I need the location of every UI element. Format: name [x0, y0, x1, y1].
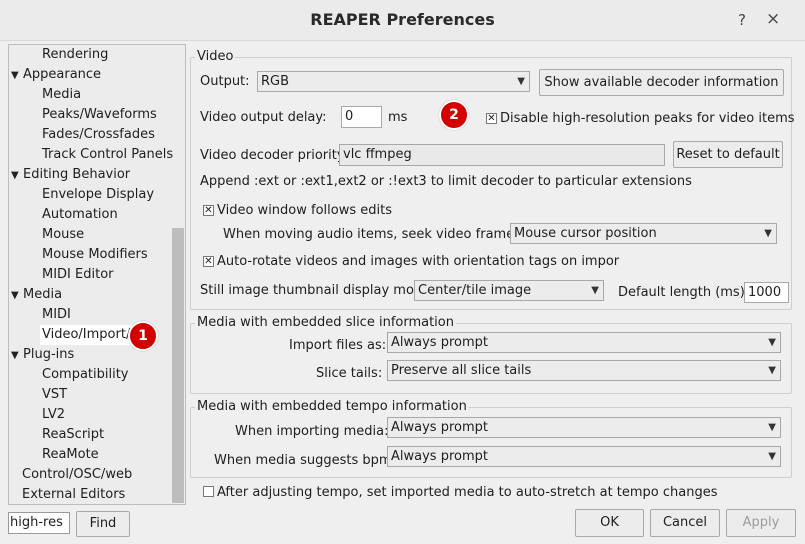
dropdown-arrow-icon: ▼	[768, 337, 776, 348]
append-hint: Append :ext or :ext1,ext2 or :!ext3 to l…	[200, 174, 692, 189]
seek-combo[interactable]: Mouse cursor position ▼	[510, 223, 777, 244]
tree-item-label: Media	[23, 287, 63, 302]
slice-group-title: Media with embedded slice information	[195, 315, 456, 330]
tree-item-plug-ins[interactable]: ▼ Plug-ins	[11, 345, 74, 365]
search-input[interactable]: high-res	[8, 512, 70, 534]
decoder-priority-input[interactable]: vlc ffmpeg	[339, 144, 665, 166]
seek-value: Mouse cursor position	[514, 226, 657, 241]
default-length-label: Default length (ms):	[618, 285, 750, 300]
output-value: RGB	[261, 74, 290, 89]
autorotate-checkbox[interactable]: ✕	[203, 256, 214, 267]
tree-item-mouse-modifiers[interactable]: Mouse Modifiers	[42, 245, 148, 265]
suggests-bpm-value: Always prompt	[391, 449, 488, 464]
thumbnail-combo[interactable]: Center/tile image ▼	[414, 280, 604, 301]
follows-edits-checkbox[interactable]: ✕	[203, 205, 214, 216]
tree-item-lv2[interactable]: LV2	[42, 405, 65, 425]
importing-media-label: When importing media:	[235, 424, 389, 439]
importing-media-combo[interactable]: Always prompt ▼	[387, 417, 781, 438]
import-files-value: Always prompt	[391, 335, 488, 350]
expand-caret-icon[interactable]: ▼	[11, 166, 23, 186]
tree-item-midi[interactable]: MIDI	[42, 305, 71, 325]
ok-button[interactable]: OK	[575, 509, 644, 537]
annotation-badge-2: 2	[439, 100, 469, 130]
tree-item-reascript[interactable]: ReaScript	[42, 425, 104, 445]
tree-item-video-import[interactable]: Video/Import/	[40, 325, 133, 345]
tempo-group-title: Media with embedded tempo information	[195, 399, 469, 414]
output-label: Output:	[200, 74, 250, 89]
thumbnail-value: Center/tile image	[418, 283, 532, 298]
suggests-bpm-label: When media suggests bpm:	[214, 453, 396, 468]
follows-edits-label: Video window follows edits	[217, 203, 392, 218]
seek-label: When moving audio items, seek video fram…	[223, 227, 536, 242]
import-files-combo[interactable]: Always prompt ▼	[387, 332, 781, 353]
dropdown-arrow-icon: ▼	[764, 228, 772, 239]
delay-input[interactable]: 0	[341, 106, 382, 128]
default-length-input[interactable]: 1000	[744, 282, 789, 303]
cancel-button[interactable]: Cancel	[650, 509, 720, 537]
tree-scrollbar[interactable]	[172, 228, 184, 503]
expand-caret-icon[interactable]: ▼	[11, 346, 23, 366]
tree-item-envelope-display[interactable]: Envelope Display	[42, 185, 154, 205]
find-button[interactable]: Find	[76, 511, 130, 537]
thumbnail-label: Still image thumbnail display moc	[200, 283, 422, 298]
preferences-tree[interactable]: Rendering ▼ Appearance Media Peaks/Wavefo…	[8, 44, 186, 505]
tree-item-reamote[interactable]: ReaMote	[42, 445, 99, 465]
tree-item-media[interactable]: ▼ Media	[11, 285, 62, 305]
tree-item-label: Plug-ins	[23, 347, 75, 362]
slice-tails-combo[interactable]: Preserve all slice tails ▼	[387, 360, 781, 381]
delay-unit-label: ms	[388, 110, 408, 125]
expand-caret-icon[interactable]: ▼	[11, 286, 23, 306]
decoder-info-button[interactable]: Show available decoder information	[539, 69, 784, 96]
dropdown-arrow-icon: ▼	[591, 285, 599, 296]
autostretch-checkbox[interactable]	[203, 486, 214, 497]
expand-caret-icon[interactable]: ▼	[11, 66, 23, 86]
dropdown-arrow-icon: ▼	[517, 76, 525, 87]
dropdown-arrow-icon: ▼	[768, 365, 776, 376]
import-files-label: Import files as:	[289, 338, 387, 353]
delay-label: Video output delay:	[200, 110, 327, 125]
tree-item-compatibility[interactable]: Compatibility	[42, 365, 129, 385]
tree-item-media-appearance[interactable]: Media	[42, 85, 81, 105]
annotation-badge-1: 1	[128, 321, 158, 351]
autorotate-label: Auto-rotate videos and images with orien…	[217, 254, 620, 269]
tree-item-automation[interactable]: Automation	[42, 205, 118, 225]
tree-item-track-control-panels[interactable]: Track Control Panels	[42, 145, 173, 165]
tree-item-midi-editor[interactable]: MIDI Editor	[42, 265, 114, 285]
tree-item-editing-behavior[interactable]: ▼ Editing Behavior	[11, 165, 130, 185]
disable-peaks-checkbox[interactable]: ✕	[486, 113, 497, 124]
help-icon[interactable]: ?	[738, 11, 746, 29]
tree-item-control-osc-web[interactable]: Control/OSC/web	[22, 465, 132, 485]
decoder-priority-label: Video decoder priority	[200, 148, 345, 163]
tree-item-fades-crossfades[interactable]: Fades/Crossfades	[42, 125, 155, 145]
tree-item-label: Appearance	[23, 67, 102, 82]
window-title: REAPER Preferences	[310, 10, 495, 29]
slice-tails-label: Slice tails:	[316, 366, 383, 381]
tree-item-external-editors[interactable]: External Editors	[22, 485, 125, 504]
disable-peaks-label: Disable high-resolution peaks for video …	[500, 111, 795, 126]
autostretch-label: After adjusting tempo, set imported medi…	[217, 485, 718, 500]
close-icon[interactable]: ×	[766, 9, 780, 29]
output-combo[interactable]: RGB ▼	[257, 71, 530, 92]
tree-item-label: Editing Behavior	[23, 167, 131, 182]
dropdown-arrow-icon: ▼	[768, 451, 776, 462]
tree-item-mouse[interactable]: Mouse	[42, 225, 84, 245]
apply-button[interactable]: Apply	[726, 509, 796, 537]
tree-item-rendering[interactable]: Rendering	[42, 45, 108, 65]
tree-item-peaks-waveforms[interactable]: Peaks/Waveforms	[42, 105, 157, 125]
importing-media-value: Always prompt	[391, 420, 488, 435]
slice-tails-value: Preserve all slice tails	[391, 363, 532, 378]
tree-item-appearance[interactable]: ▼ Appearance	[11, 65, 101, 85]
reset-to-default-button[interactable]: Reset to default	[673, 141, 783, 168]
video-group-title: Video	[195, 49, 236, 64]
tree-item-vst[interactable]: VST	[42, 385, 67, 405]
dropdown-arrow-icon: ▼	[768, 422, 776, 433]
suggests-bpm-combo[interactable]: Always prompt ▼	[387, 446, 781, 467]
